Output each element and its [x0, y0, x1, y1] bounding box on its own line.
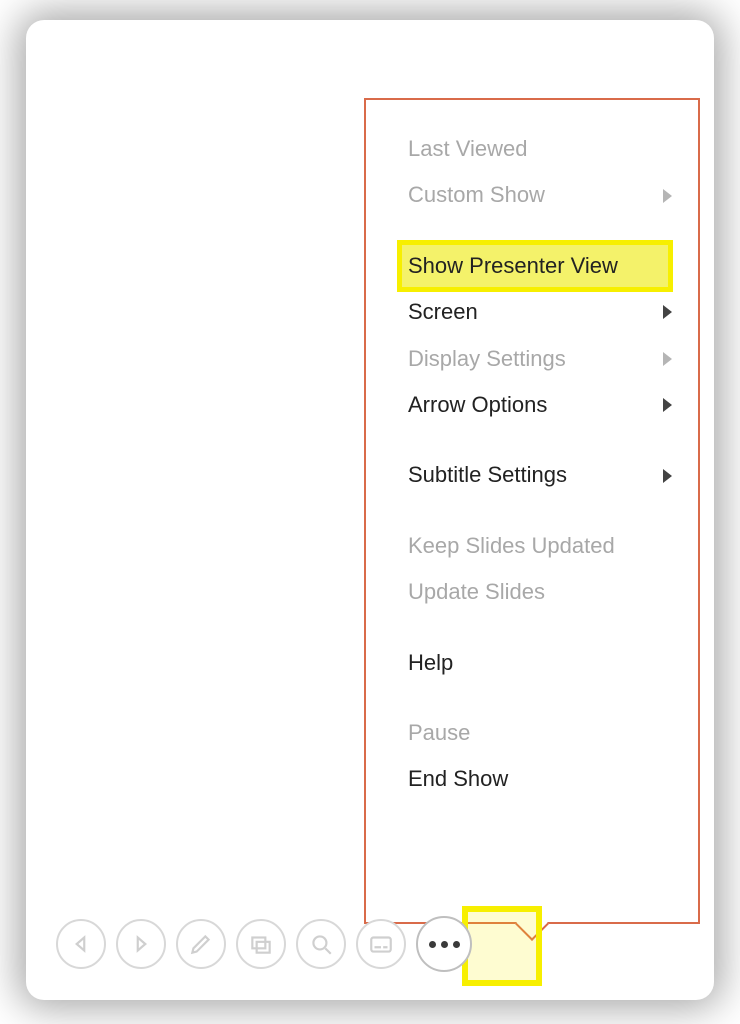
- triangle-left-icon: [68, 931, 94, 957]
- more-icon: [429, 941, 460, 948]
- menu-separator: [366, 499, 698, 523]
- more-options-button[interactable]: [416, 916, 472, 972]
- slides-grid-icon: [248, 931, 274, 957]
- next-slide-button[interactable]: [116, 919, 166, 969]
- menu-item-label: Show Presenter View: [408, 253, 618, 279]
- menu-item-label: Subtitle Settings: [408, 462, 567, 488]
- previous-slide-button[interactable]: [56, 919, 106, 969]
- menu-item-label: Keep Slides Updated: [408, 533, 615, 559]
- chevron-right-icon: [663, 352, 672, 366]
- menu-item-subtitle-settings[interactable]: Subtitle Settings: [366, 452, 698, 498]
- subtitles-button[interactable]: [356, 919, 406, 969]
- triangle-right-icon: [128, 931, 154, 957]
- menu-item-custom-show: Custom Show: [366, 172, 698, 218]
- menu-item-end-show[interactable]: End Show: [366, 756, 698, 802]
- zoom-button[interactable]: [296, 919, 346, 969]
- menu-item-label: Display Settings: [408, 346, 566, 372]
- chevron-right-icon: [663, 305, 672, 319]
- menu-item-last-viewed: Last Viewed: [366, 126, 698, 172]
- menu-item-keep-slides-updated: Keep Slides Updated: [366, 523, 698, 569]
- menu-item-label: Custom Show: [408, 182, 545, 208]
- menu-item-label: Arrow Options: [408, 392, 547, 418]
- magnifier-icon: [308, 931, 334, 957]
- menu-item-label: Help: [408, 650, 453, 676]
- menu-item-help[interactable]: Help: [366, 640, 698, 686]
- pen-icon: [188, 931, 214, 957]
- menu-separator: [366, 219, 698, 243]
- menu-item-display-settings: Display Settings: [366, 336, 698, 382]
- subtitles-icon: [368, 931, 394, 957]
- chevron-right-icon: [663, 469, 672, 483]
- annotation-highlight: [462, 906, 542, 986]
- menu-item-label: Pause: [408, 720, 470, 746]
- menu-item-screen[interactable]: Screen: [366, 289, 698, 335]
- menu-item-label: Last Viewed: [408, 136, 527, 162]
- menu-separator: [366, 686, 698, 710]
- pen-tool-button[interactable]: [176, 919, 226, 969]
- menu-item-label: End Show: [408, 766, 508, 792]
- slideshow-toolbar: [56, 916, 472, 972]
- slideshow-surface: Last Viewed Custom Show Show Presenter V…: [26, 20, 714, 1000]
- menu-item-update-slides: Update Slides: [366, 569, 698, 615]
- slideshow-context-menu: Last Viewed Custom Show Show Presenter V…: [364, 98, 700, 924]
- menu-separator: [366, 616, 698, 640]
- menu-separator: [366, 428, 698, 452]
- menu-item-show-presenter-view[interactable]: Show Presenter View: [400, 243, 670, 289]
- chevron-right-icon: [663, 189, 672, 203]
- menu-item-label: Update Slides: [408, 579, 545, 605]
- menu-item-arrow-options[interactable]: Arrow Options: [366, 382, 698, 428]
- chevron-right-icon: [663, 398, 672, 412]
- see-all-slides-button[interactable]: [236, 919, 286, 969]
- menu-item-label: Screen: [408, 299, 478, 325]
- menu-item-pause: Pause: [366, 710, 698, 756]
